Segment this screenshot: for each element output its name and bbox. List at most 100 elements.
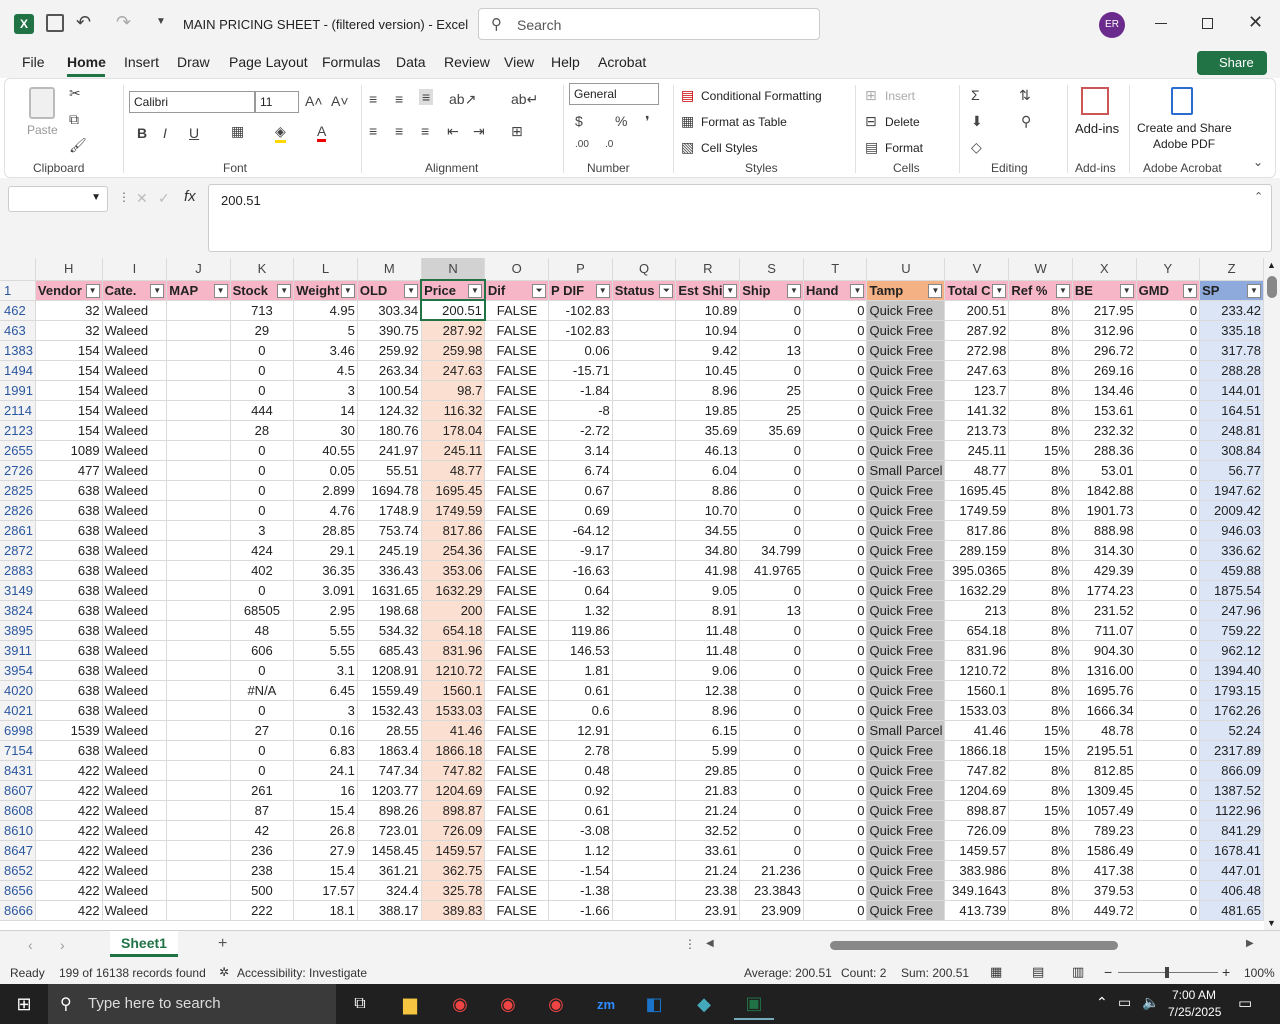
cell[interactable]: 259.98 bbox=[421, 340, 486, 361]
cell[interactable]: FALSE bbox=[484, 360, 550, 381]
column-header-u[interactable]: U bbox=[866, 258, 946, 281]
cell[interactable]: 4.76 bbox=[293, 500, 358, 521]
cell[interactable]: 0 bbox=[739, 720, 804, 741]
cell[interactable] bbox=[166, 540, 231, 561]
cell[interactable]: 325.78 bbox=[421, 880, 486, 901]
find-select-icon[interactable]: ⚲ bbox=[1021, 113, 1031, 130]
cell[interactable]: Small Parcel bbox=[866, 720, 946, 741]
cell[interactable]: 0.05 bbox=[293, 460, 358, 481]
cell[interactable]: 0 bbox=[739, 700, 804, 721]
cell[interactable]: 0 bbox=[1136, 340, 1201, 361]
cell[interactable]: 638 bbox=[35, 520, 103, 541]
cell[interactable]: 8% bbox=[1008, 880, 1073, 901]
filter-dropdown-icon[interactable]: ▼ bbox=[928, 283, 943, 298]
redo-icon[interactable]: ↷ bbox=[116, 12, 131, 33]
cell[interactable]: 0 bbox=[803, 460, 868, 481]
column-header-w[interactable]: W bbox=[1008, 258, 1073, 281]
cell[interactable]: Waleed bbox=[102, 620, 168, 641]
cell[interactable]: Quick Free bbox=[866, 560, 946, 581]
cell[interactable]: 28 bbox=[230, 420, 295, 441]
filter-header-cell[interactable]: Vendor ▼ bbox=[35, 280, 103, 301]
cell[interactable]: Quick Free bbox=[866, 760, 946, 781]
restore-icon[interactable] bbox=[1202, 18, 1213, 29]
cell[interactable]: 0.61 bbox=[548, 800, 613, 821]
column-header-z[interactable]: Z bbox=[1199, 258, 1264, 281]
cell[interactable]: -15.71 bbox=[548, 360, 613, 381]
underline-icon[interactable]: U bbox=[189, 125, 199, 141]
cell[interactable]: FALSE bbox=[484, 500, 550, 521]
cell[interactable]: 711.07 bbox=[1072, 620, 1137, 641]
cell[interactable]: 0 bbox=[1136, 820, 1201, 841]
row-header[interactable]: 2825 bbox=[0, 480, 36, 501]
paste-button[interactable]: Paste bbox=[27, 123, 58, 137]
collapse-formula-icon[interactable]: ⌃ bbox=[1254, 190, 1263, 203]
cell[interactable]: 379.53 bbox=[1072, 880, 1137, 901]
cell[interactable]: #N/A bbox=[230, 680, 295, 701]
cell[interactable]: 0 bbox=[739, 580, 804, 601]
cell[interactable]: 0.67 bbox=[548, 480, 613, 501]
cell[interactable]: Waleed bbox=[102, 500, 168, 521]
cell[interactable]: 0 bbox=[739, 680, 804, 701]
filter-dropdown-icon[interactable]: ▼ bbox=[1119, 283, 1134, 298]
cell[interactable]: 0 bbox=[739, 520, 804, 541]
cell[interactable]: 1632.29 bbox=[421, 580, 486, 601]
row-header[interactable]: 2826 bbox=[0, 500, 36, 521]
scroll-up-icon[interactable]: ▲ bbox=[1267, 260, 1276, 270]
cell[interactable]: Waleed bbox=[102, 660, 168, 681]
cell[interactable]: 0 bbox=[1136, 760, 1201, 781]
cell[interactable]: 35.69 bbox=[675, 420, 741, 441]
row-header[interactable]: 3824 bbox=[0, 600, 36, 621]
sheet-table[interactable]: HIJKLMNOPQRSTUVWXYZ 1 Vendor ▼ Cate. ▼ MAP ▼ St… bbox=[0, 258, 1264, 921]
cell[interactable] bbox=[612, 660, 677, 681]
enter-formula-icon[interactable]: ✓ bbox=[158, 190, 170, 207]
cell[interactable]: 759.22 bbox=[1199, 620, 1264, 641]
number-format-select[interactable]: General bbox=[569, 83, 659, 105]
cell[interactable]: 15% bbox=[1008, 440, 1073, 461]
cell[interactable]: Quick Free bbox=[866, 380, 946, 401]
cell[interactable]: 41.98 bbox=[675, 560, 741, 581]
cell[interactable] bbox=[166, 700, 231, 721]
cell[interactable]: 817.86 bbox=[944, 520, 1010, 541]
cell[interactable]: 164.51 bbox=[1199, 400, 1264, 421]
cell[interactable]: 0 bbox=[1136, 400, 1201, 421]
cell[interactable]: 0 bbox=[1136, 900, 1201, 921]
cell[interactable]: FALSE bbox=[484, 820, 550, 841]
cell[interactable]: 0 bbox=[1136, 880, 1201, 901]
align-bottom-icon[interactable]: ≡ bbox=[419, 89, 434, 105]
cell[interactable]: 1559.49 bbox=[357, 680, 422, 701]
cell[interactable]: 180.76 bbox=[357, 420, 422, 441]
cell[interactable] bbox=[612, 700, 677, 721]
filter-header-cell[interactable]: Cate. ▼ bbox=[102, 280, 168, 301]
cell[interactable]: 13 bbox=[739, 600, 804, 621]
cell[interactable]: 422 bbox=[35, 880, 103, 901]
cell[interactable] bbox=[612, 580, 677, 601]
cell[interactable]: 8% bbox=[1008, 700, 1073, 721]
cell[interactable]: Waleed bbox=[102, 740, 168, 761]
filter-dropdown-icon[interactable]: ▼ bbox=[1055, 283, 1070, 298]
row-header[interactable]: 4021 bbox=[0, 700, 36, 721]
cell[interactable]: 200.51 bbox=[944, 300, 1010, 321]
cell[interactable]: FALSE bbox=[484, 540, 550, 561]
cell[interactable]: 8% bbox=[1008, 480, 1073, 501]
cell[interactable]: 1203.77 bbox=[357, 780, 422, 801]
cell[interactable]: 388.17 bbox=[357, 900, 422, 921]
cell[interactable] bbox=[166, 840, 231, 861]
cell[interactable]: 0 bbox=[1136, 660, 1201, 681]
cancel-formula-icon[interactable]: ✕ bbox=[136, 190, 148, 207]
cell[interactable]: 0 bbox=[803, 760, 868, 781]
zoom-in-icon[interactable]: + bbox=[1222, 964, 1230, 980]
cell[interactable]: 10.70 bbox=[675, 500, 741, 521]
cell[interactable]: 866.09 bbox=[1199, 760, 1264, 781]
filter-header-cell[interactable]: Price ▼ bbox=[420, 279, 486, 301]
filter-dropdown-icon[interactable]: ▼ bbox=[404, 283, 419, 298]
page-layout-view-icon[interactable]: ▤ bbox=[1032, 964, 1044, 980]
cell[interactable]: 638 bbox=[35, 680, 103, 701]
cell[interactable]: 459.88 bbox=[1199, 560, 1264, 581]
cell[interactable]: 48.77 bbox=[421, 460, 486, 481]
cell[interactable]: 841.29 bbox=[1199, 820, 1264, 841]
scroll-right-icon[interactable]: ▶ bbox=[1246, 938, 1254, 949]
cell[interactable]: 0 bbox=[230, 340, 295, 361]
cell[interactable]: 0 bbox=[803, 880, 868, 901]
cell[interactable]: 23.3843 bbox=[739, 880, 804, 901]
cell[interactable]: 41.46 bbox=[421, 720, 486, 741]
